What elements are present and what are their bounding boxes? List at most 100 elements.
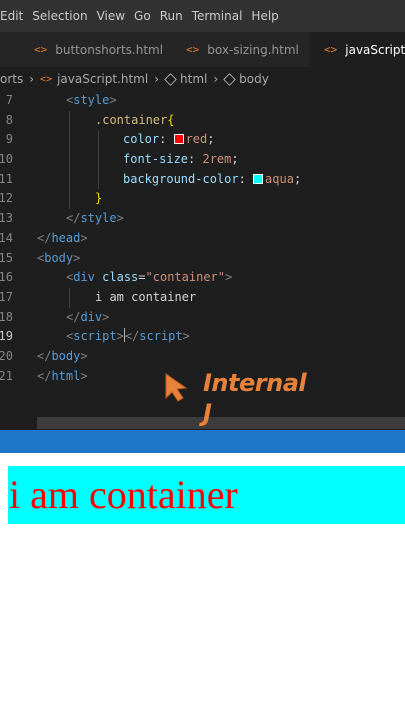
code-line[interactable]: 9 color: red; [0,130,405,151]
code-text: font-size: 2rem; [123,150,239,170]
indent-guide [69,189,70,210]
breadcrumb-body[interactable]: body [239,72,269,86]
menu-terminal[interactable]: Terminal [183,9,243,23]
menu-go[interactable]: Go [125,9,151,23]
code-text: </body> [37,347,88,367]
chevron-right-icon: › [213,72,219,86]
code-token: </ [37,348,52,363]
code-token: > [80,230,88,245]
menu-edit[interactable]: Edit [0,9,23,23]
code-text: </html> [37,367,88,387]
menu-help[interactable]: Help [242,9,278,23]
breadcrumb-file[interactable]: javaScript.html [57,72,148,86]
container-div: i am container [8,466,405,524]
breadcrumb-html[interactable]: html [180,72,207,86]
code-token: > [109,93,117,107]
code-line[interactable]: 18 </div> [0,308,405,328]
chevron-right-icon: › [29,72,35,86]
video-caption-overlay: Internal J [203,368,307,428]
code-token: </ [37,230,52,245]
code-line[interactable]: 14 </head> [0,229,405,249]
html-file-icon: <> [324,43,338,56]
browser-toolbar-strip [0,430,405,453]
code-area[interactable]: 7 <style> 8 .container{9 color: red; 10 font-s… [0,91,405,386]
code-token: </ [66,309,81,324]
element-cube-icon [164,72,177,86]
line-number: 13 [0,211,13,226]
code-token: > [225,270,233,285]
code-token: .container [95,112,168,127]
code-token: font-size [123,152,189,167]
code-token: script [73,329,117,344]
tab-label: javaScript.htm [345,42,405,57]
caption-line-1: Internal [203,369,307,397]
code-token: 2rem [202,152,232,167]
code-text: </head> [37,229,88,249]
tab-buttonshorts[interactable]: <> buttonshorts.html [0,32,163,67]
code-token: : [159,132,174,147]
code-token: > [102,309,110,324]
color-swatch-icon[interactable] [173,134,184,145]
code-token: > [73,250,81,265]
code-line[interactable]: 10 font-size: 2rem; [0,150,405,170]
breadcrumb-folder[interactable]: orts [0,72,23,86]
code-text: .container{ [95,111,174,131]
code-line[interactable]: 13 </style> [0,209,405,229]
line-number: 7 [5,93,13,107]
code-line[interactable]: 17 i am container [0,287,405,308]
code-text: </style> [66,209,124,229]
code-token: i am container [95,289,197,304]
code-token: { [167,112,175,127]
code-line[interactable]: 11 background-color: aqua; [0,169,405,190]
color-swatch-icon[interactable] [253,173,264,184]
element-cube-icon [223,72,236,86]
code-line[interactable]: 19 <script></script> [0,327,405,347]
code-token: color [123,132,160,147]
code-text: <body> [37,249,80,269]
code-text: <script></script> [66,327,190,347]
indent-guide [98,150,99,170]
html-file-icon: <> [34,43,48,56]
tab-javascript[interactable]: <> javaScript.htm [310,32,405,67]
code-line[interactable]: 12} [0,189,405,210]
line-number: 12 [0,191,13,206]
code-token: head [51,230,81,245]
code-token: body [51,348,81,363]
menu-run[interactable]: Run [151,9,183,23]
code-token: </ [37,368,52,383]
code-token: > [80,348,88,363]
code-line[interactable]: 8 .container{ [0,110,405,131]
code-token: script [139,329,183,344]
code-token: style [73,93,110,107]
code-token: class [102,270,139,285]
code-token: > [116,211,124,226]
code-line[interactable]: 16 <div class="container"> [0,268,405,288]
code-line[interactable]: 7 <style> [0,91,405,111]
code-line[interactable]: 20 </body> [0,347,405,367]
tab-box-sizing[interactable]: <> box-sizing.html [162,32,310,67]
indent-guide [98,169,99,190]
indent-guide [69,169,70,190]
code-text: background-color: aqua; [123,170,301,190]
line-number: 15 [0,250,13,265]
browser-preview: i am container [0,453,405,720]
code-token: style [80,211,117,226]
line-number: 14 [0,230,13,245]
code-token: div [80,309,103,324]
indent-guide [98,130,99,151]
menu-view[interactable]: View [88,9,125,23]
line-number: 19 [0,329,13,344]
code-token: = [138,270,146,285]
code-line[interactable]: 15 <body> [0,249,405,269]
chevron-right-icon: › [154,72,160,86]
html-file-icon: <> [40,73,53,85]
indent-guide [69,150,70,170]
menu-selection[interactable]: Selection [23,9,87,23]
code-token: background-color [123,171,239,186]
code-token: ; [207,132,215,147]
line-number: 17 [0,289,13,304]
html-file-icon: <> [186,43,200,56]
code-token: </ [124,329,140,344]
editor-tab-bar: <> buttonshorts.html <> box-sizing.html … [0,32,405,67]
code-token: ; [231,152,239,167]
